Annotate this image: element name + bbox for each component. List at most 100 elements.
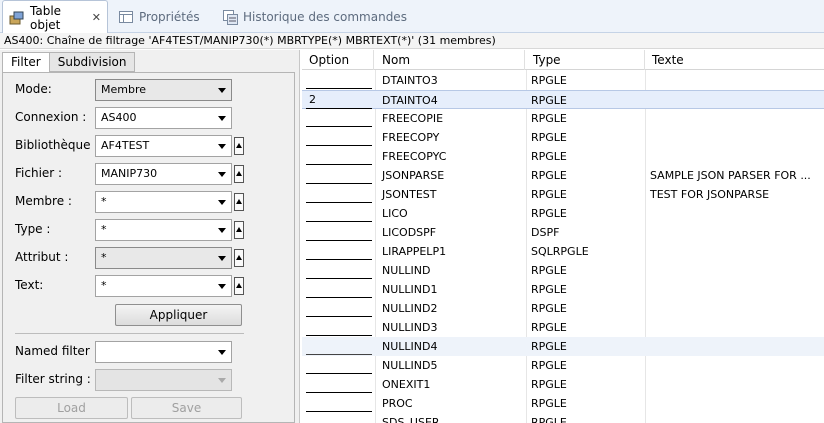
option-input[interactable] — [306, 394, 372, 412]
column-header-type[interactable]: Type — [526, 50, 645, 70]
type-cell: RPGLE — [531, 207, 567, 220]
nom-cell: DTAINTO3 — [382, 74, 438, 87]
type-cell: RPGLE — [531, 397, 567, 410]
type-cell: SQLRPGLE — [531, 245, 589, 258]
texte-cell — [645, 356, 824, 375]
table-row[interactable]: ONEXIT1 RPGLE — [302, 375, 824, 394]
type-cell: DSPF — [531, 226, 560, 239]
subtab-filter[interactable]: Filter — [2, 52, 50, 73]
type-select[interactable]: * — [95, 219, 232, 241]
table-row[interactable]: NULLIND5 RPGLE — [302, 356, 824, 375]
table-row[interactable]: JSONPARSE RPGLE SAMPLE JSON PARSER FOR ... — [302, 166, 824, 185]
table-row[interactable]: 2 DTAINTO4 RPGLE — [302, 90, 824, 109]
subtab-subdivision[interactable]: Subdivision — [48, 52, 136, 72]
table-row[interactable]: FREECOPY RPGLE — [302, 128, 824, 147]
text-select[interactable]: * — [95, 275, 232, 297]
table-row[interactable]: LICO RPGLE — [302, 204, 824, 223]
attribut-select[interactable]: * — [95, 247, 232, 269]
filter-string-label: Filter string : — [15, 372, 91, 386]
option-input[interactable] — [306, 337, 372, 355]
text-up-button[interactable] — [234, 277, 244, 295]
option-input[interactable] — [306, 223, 372, 241]
option-input[interactable] — [306, 204, 372, 222]
table-row[interactable]: FREECOPYC RPGLE — [302, 147, 824, 166]
bibliotheque-up-button[interactable] — [234, 137, 244, 155]
save-button[interactable]: Save — [131, 397, 242, 419]
membre-up-button[interactable] — [234, 193, 244, 211]
filter-string-select[interactable] — [95, 369, 232, 391]
bibliotheque-label: Bibliothèque : — [15, 138, 99, 152]
chevron-down-icon — [218, 350, 226, 355]
table-row[interactable]: JSONTEST RPGLE TEST FOR JSONPARSE — [302, 185, 824, 204]
nom-cell: JSONPARSE — [382, 169, 445, 182]
texte-cell — [645, 204, 824, 223]
option-input[interactable] — [306, 375, 372, 393]
table-row[interactable]: DTAINTO3 RPGLE — [302, 71, 824, 90]
fichier-up-button[interactable] — [234, 165, 244, 183]
table-row[interactable]: NULLIND3 RPGLE — [302, 318, 824, 337]
table-row[interactable]: NULLIND4 RPGLE — [302, 337, 824, 356]
tab-label: Table objet — [30, 3, 62, 32]
option-input[interactable] — [306, 128, 372, 146]
membre-label: Membre : — [15, 194, 72, 208]
nom-cell: NULLIND3 — [382, 321, 438, 334]
tab-historique-commandes[interactable]: Historique des commandes — [216, 0, 413, 33]
mode-select[interactable]: Membre — [95, 79, 232, 101]
option-input[interactable] — [306, 166, 372, 184]
texte-cell — [645, 413, 824, 423]
type-cell: RPGLE — [531, 378, 567, 391]
tab-table-objet[interactable]: Table objet ✕ — [2, 0, 108, 34]
attribut-value: * — [101, 251, 107, 264]
texte-cell — [645, 147, 824, 166]
type-cell: RPGLE — [531, 359, 567, 372]
option-input[interactable] — [306, 356, 372, 374]
table-row[interactable]: LIRAPPELP1 SQLRPGLE — [302, 242, 824, 261]
connexion-value: AS400 — [101, 111, 137, 124]
option-input[interactable] — [306, 71, 372, 89]
option-input[interactable] — [306, 147, 372, 165]
texte-cell: TEST FOR JSONPARSE — [650, 188, 770, 201]
option-input[interactable] — [306, 261, 372, 279]
attribut-up-button[interactable] — [234, 249, 244, 267]
close-icon[interactable]: ✕ — [92, 11, 101, 24]
option-input[interactable] — [306, 413, 372, 423]
option-input[interactable] — [306, 280, 372, 298]
chevron-down-icon — [218, 228, 226, 233]
connexion-select[interactable]: AS400 — [95, 107, 232, 129]
type-cell: RPGLE — [531, 416, 567, 423]
table-row[interactable]: SDS_USER RPGLE — [302, 413, 824, 423]
table-object-icon — [9, 10, 25, 26]
table-row[interactable]: NULLIND RPGLE — [302, 261, 824, 280]
type-cell: RPGLE — [531, 188, 567, 201]
option-input[interactable] — [306, 185, 372, 203]
table-row[interactable]: NULLIND2 RPGLE — [302, 299, 824, 318]
type-cell: RPGLE — [531, 112, 567, 125]
option-input[interactable] — [306, 318, 372, 336]
fichier-select[interactable]: MANIP730 — [95, 163, 232, 185]
type-up-button[interactable] — [234, 221, 244, 239]
nom-cell: NULLIND2 — [382, 302, 438, 315]
membre-select[interactable]: * — [95, 191, 232, 213]
option-input[interactable]: 2 — [306, 91, 372, 109]
apply-button[interactable]: Appliquer — [115, 304, 242, 326]
tab-label: Historique des commandes — [243, 9, 407, 24]
named-filter-select[interactable] — [95, 341, 232, 363]
tab-proprietes[interactable]: Propriétés — [112, 0, 206, 33]
column-header-texte[interactable]: Texte — [645, 50, 824, 70]
option-input[interactable] — [306, 109, 372, 127]
bibliotheque-select[interactable]: AF4TEST — [95, 135, 232, 157]
table-row[interactable]: FREECOPIE RPGLE — [302, 109, 824, 128]
column-header-nom[interactable]: Nom — [375, 50, 525, 70]
load-button[interactable]: Load — [15, 397, 128, 419]
option-input[interactable] — [306, 242, 372, 260]
column-header-option[interactable]: Option — [302, 50, 374, 70]
tab-label: Propriétés — [139, 9, 200, 24]
table-row[interactable]: PROC RPGLE — [302, 394, 824, 413]
table-row[interactable]: NULLIND1 RPGLE — [302, 280, 824, 299]
type-cell: RPGLE — [531, 264, 567, 277]
chevron-down-icon — [218, 256, 226, 261]
texte-cell: SAMPLE JSON PARSER FOR ... — [650, 169, 811, 182]
text-value: * — [101, 279, 107, 292]
option-input[interactable] — [306, 299, 372, 317]
table-row[interactable]: LICODSPF DSPF — [302, 223, 824, 242]
